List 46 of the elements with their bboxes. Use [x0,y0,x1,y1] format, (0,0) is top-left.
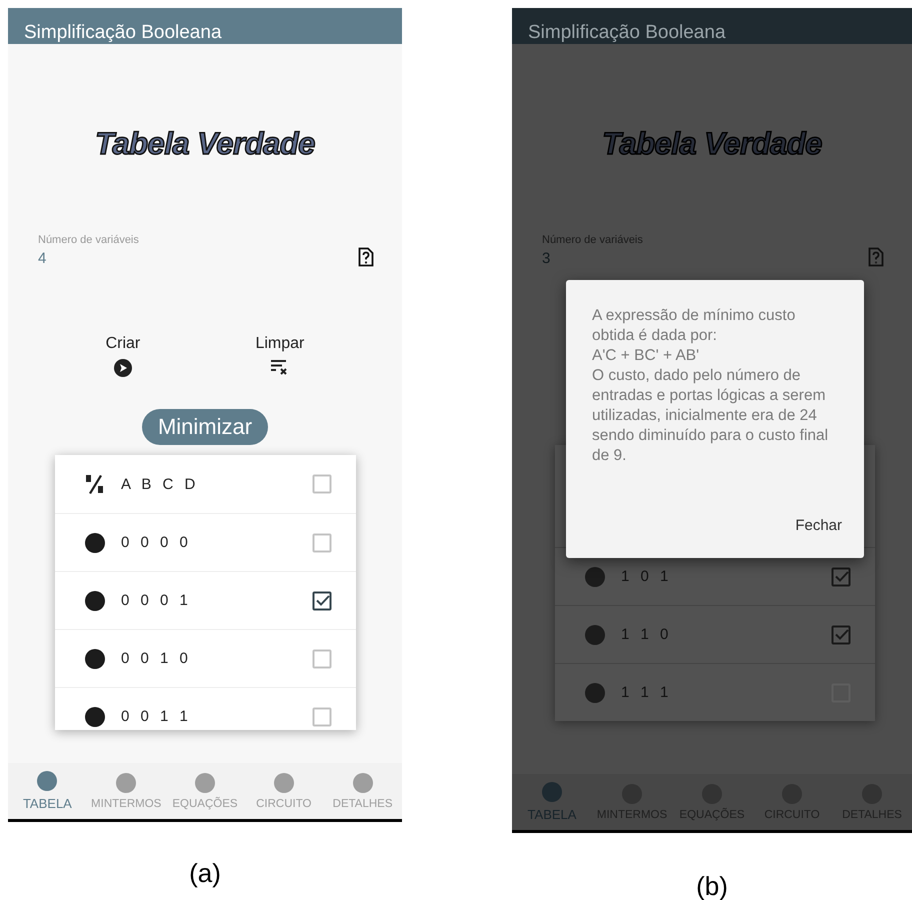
circle-icon [194,772,215,792]
row-values: 1 1 0 [621,626,670,643]
row-values: 0 0 0 1 [121,592,189,609]
minimize-button[interactable]: Minimizar [142,409,268,445]
circle-icon [352,772,373,792]
dot-icon [85,706,105,726]
dot-icon [85,590,105,610]
dot-icon [85,532,105,552]
help-file-icon[interactable] [358,247,374,267]
row-values: 0 0 1 0 [121,650,189,667]
checkbox[interactable] [831,566,851,586]
checkbox[interactable] [831,624,851,644]
dialog-message: A expressão de mínimo custo obtida é dada por: A'C + BC' + AB' O custo, dado pelo número de entradas e portas lógicas a serem utilizadas, inicialmente era de 24 sendo diminuído para o custo final de 9. [592,306,828,466]
circle-icon [542,782,562,802]
dot-icon [585,566,605,586]
action-button[interactable]: Limpar [255,335,304,377]
row-values: 1 1 1 [621,684,670,701]
dot-icon [585,682,605,702]
app-title: Simplificação Booleana [528,22,726,44]
field-label: Número de variáveis [38,234,139,246]
row-values: 1 0 1 [621,568,670,585]
circle-icon [37,771,58,791]
dot-icon [585,624,605,644]
variables-input[interactable]: 3 [542,250,550,267]
action-button[interactable]: Criar [106,335,140,377]
nav-tab[interactable]: TABELA [8,763,87,819]
page-heading: Tabela Verdade [95,126,315,162]
column-headers: A B C D [121,476,196,492]
dot-icon [85,648,105,668]
row-values: 0 0 0 0 [121,534,189,551]
circle-icon [274,772,294,792]
row-values: 0 0 1 1 [121,708,189,725]
figure-caption: (a) [189,858,221,889]
variables-input[interactable]: 4 [38,250,46,267]
fraction-icon [85,474,105,494]
nav-tab[interactable]: MINTERMOS [86,763,166,819]
page-heading: Tabela Verdade [602,126,822,162]
play-icon [114,359,132,377]
nav-tab[interactable]: DETALHES [323,763,402,819]
nav-tab[interactable]: CIRCUITO [244,763,324,819]
circle-icon [116,772,136,792]
close-button[interactable]: Fechar [795,515,842,536]
checkbox[interactable] [312,590,332,610]
app-title: Simplificação Booleana [24,22,222,44]
clear-list-icon [270,359,289,375]
nav-tab[interactable]: EQUAÇÕES [166,763,244,819]
